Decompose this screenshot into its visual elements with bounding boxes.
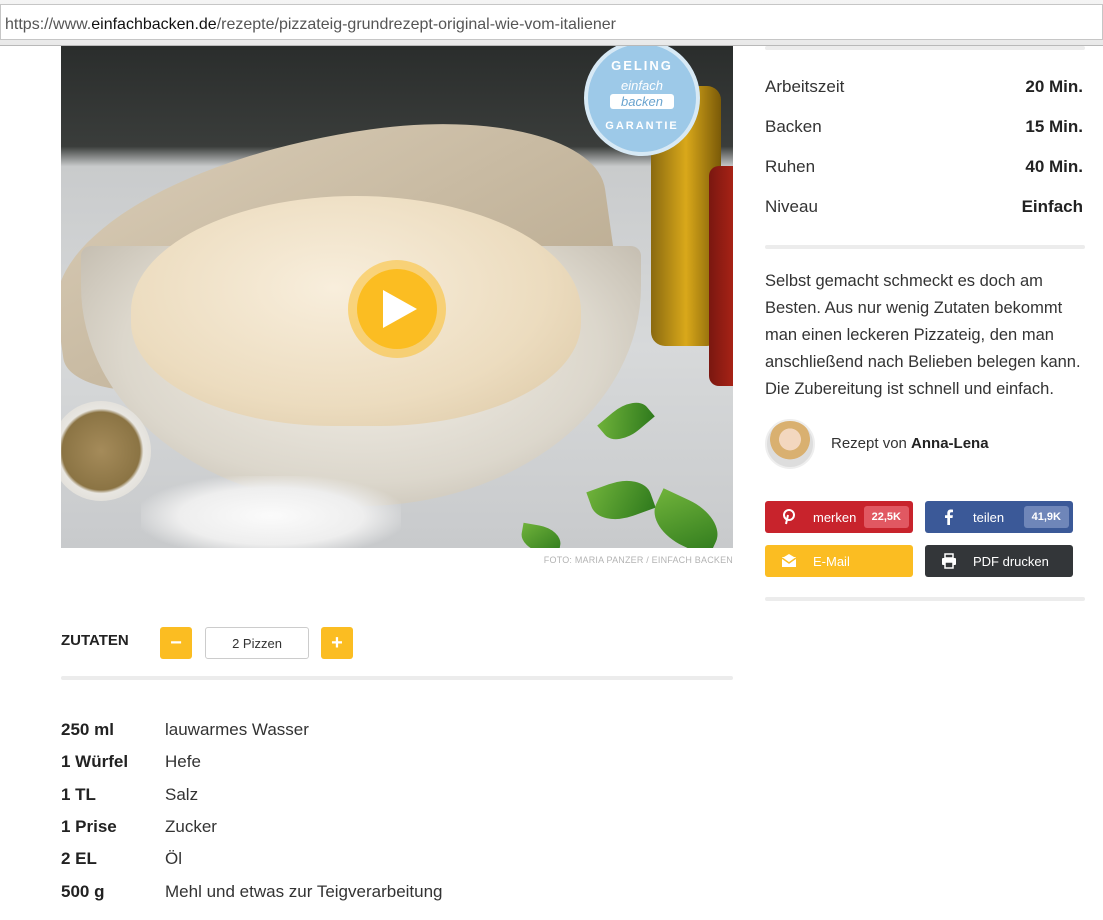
basil-leaf <box>519 522 563 548</box>
meta-row-ruhen: Ruhen 40 Min. <box>765 157 1083 181</box>
increase-servings-button[interactable]: + <box>321 627 353 659</box>
meta-value: 15 Min. <box>1025 117 1083 136</box>
facebook-label: teilen <box>973 510 1005 525</box>
browser-toolbar: https://www.einfachbacken.de/rezepte/piz… <box>0 0 1103 46</box>
email-share-button[interactable]: E-Mail <box>765 545 913 577</box>
badge-text: einfach <box>621 78 663 93</box>
ingredient-name: Hefe <box>165 752 201 771</box>
meta-label: Arbeitszeit <box>765 77 845 96</box>
photo-credit: FOTO: MARIA PANZER / EINFACH BACKEN <box>543 555 733 565</box>
ingredient-name: Salz <box>165 785 199 804</box>
divider <box>765 597 1085 601</box>
author-line: Rezept von Anna-Lena <box>831 435 989 452</box>
play-icon[interactable] <box>357 269 437 349</box>
author-name[interactable]: Anna-Lena <box>911 435 989 452</box>
ingredient-row: 1 Würfel Hefe <box>61 752 661 780</box>
printer-icon <box>941 553 957 569</box>
ingredient-amount: 1 Würfel <box>61 752 129 771</box>
facebook-count: 41,9K <box>1023 506 1069 528</box>
ingredient-amount: 500 g <box>61 882 105 901</box>
meta-row-arbeitszeit: Arbeitszeit 20 Min. <box>765 77 1083 101</box>
ingredient-name: Mehl und etwas zur Teigverarbeitung <box>165 882 443 901</box>
servings-input[interactable] <box>205 627 309 659</box>
meta-label: Ruhen <box>765 157 816 176</box>
meta-label: Niveau <box>765 197 818 216</box>
ingredient-name: lauwarmes Wasser <box>165 720 309 739</box>
video-play-button[interactable] <box>348 260 446 358</box>
ingredient-row: 500 g Mehl und etwas zur Teigverarbeitun… <box>61 882 661 910</box>
meta-row-backen: Backen 15 Min. <box>765 117 1083 141</box>
address-bar[interactable]: https://www.einfachbacken.de/rezepte/piz… <box>0 4 1103 40</box>
recipe-description: Selbst gemacht schmeckt es doch am Beste… <box>765 272 1081 398</box>
sauce-bottle <box>709 166 733 386</box>
meta-label: Backen <box>765 117 822 136</box>
ingredient-row: 250 ml lauwarmes Wasser <box>61 720 661 748</box>
author-prefix: Rezept von <box>831 435 912 452</box>
ingredient-amount: 250 ml <box>61 720 114 739</box>
ingredient-row: 1 Prise Zucker <box>61 817 661 845</box>
ingredients-title: ZUTATEN <box>61 632 129 649</box>
meta-row-niveau: Niveau Einfach <box>765 197 1083 221</box>
meta-value: 40 Min. <box>1025 157 1083 176</box>
mail-icon <box>781 553 797 569</box>
basil-leaf <box>586 471 656 529</box>
facebook-icon <box>941 509 957 525</box>
flour-pile <box>141 476 401 548</box>
facebook-share-button[interactable]: teilen 41,9K <box>925 501 1073 533</box>
badge-text: GELING <box>611 58 673 73</box>
divider <box>61 676 733 680</box>
pinterest-count: 22,5K <box>863 506 909 528</box>
ingredient-row: 1 TL Salz <box>61 785 661 813</box>
avatar[interactable] <box>765 419 815 469</box>
url-path: /rezepte/pizzateig-grundrezept-original-… <box>216 16 616 33</box>
meta-value: 20 Min. <box>1025 77 1083 96</box>
pdf-label: PDF drucken <box>973 554 1049 569</box>
url-text[interactable]: https://www.einfachbacken.de/rezepte/piz… <box>5 16 616 34</box>
recipe-hero-image[interactable]: GELING einfach backen GARANTIE <box>61 46 733 548</box>
pinterest-save-button[interactable]: merken 22,5K <box>765 501 913 533</box>
pinterest-label: merken <box>813 510 857 525</box>
url-domain: einfachbacken.de <box>91 16 217 33</box>
decrease-servings-button[interactable]: − <box>160 627 192 659</box>
pdf-print-button[interactable]: PDF drucken <box>925 545 1073 577</box>
divider <box>765 245 1085 249</box>
pinterest-icon <box>781 509 797 525</box>
ingredient-name: Öl <box>165 849 182 868</box>
url-prefix: https://www. <box>5 16 92 33</box>
ingredient-amount: 1 TL <box>61 785 96 804</box>
ingredient-row: 2 EL Öl <box>61 849 661 877</box>
herb-dish <box>61 401 151 501</box>
basil-leaf <box>644 488 728 548</box>
ingredient-name: Zucker <box>165 817 217 836</box>
badge-text: GARANTIE <box>605 120 679 132</box>
email-label: E-Mail <box>813 554 850 569</box>
basil-leaf <box>597 393 655 449</box>
divider <box>765 46 1085 50</box>
ingredient-amount: 2 EL <box>61 849 97 868</box>
ingredient-amount: 1 Prise <box>61 817 117 836</box>
badge-text: backen <box>610 94 674 109</box>
meta-value: Einfach <box>1021 197 1083 216</box>
